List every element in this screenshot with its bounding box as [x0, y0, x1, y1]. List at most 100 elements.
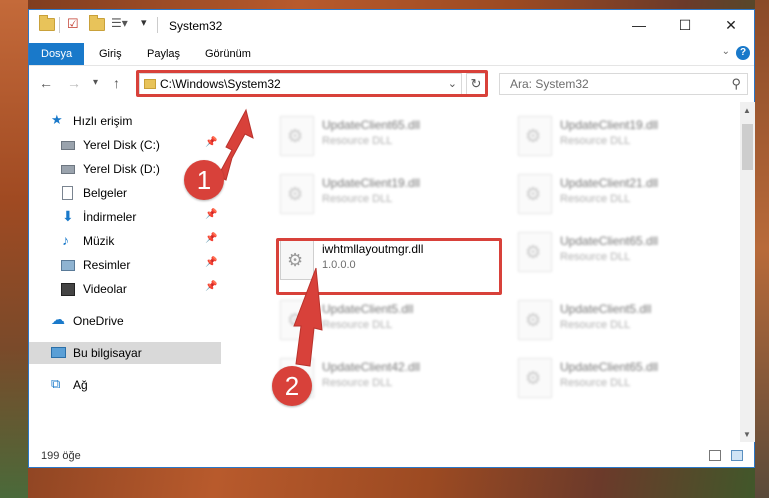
- list-item[interactable]: UpdateClient21.dll Resource DLL: [514, 166, 739, 216]
- documents-icon: [62, 186, 73, 200]
- nav-item-videos[interactable]: Videolar 📌: [29, 278, 221, 300]
- nav-item-this-pc[interactable]: Bu bilgisayar: [29, 342, 221, 364]
- nav-item-label: Yerel Disk (C:): [83, 138, 160, 152]
- forward-arrow-icon[interactable]: →: [67, 75, 81, 91]
- dll-file-icon: [518, 232, 552, 272]
- address-highlight-box: [136, 70, 488, 97]
- scroll-up-icon[interactable]: ▲: [743, 106, 751, 115]
- nav-item-disk-c[interactable]: Yerel Disk (C:) 📌: [29, 134, 221, 156]
- dll-file-icon: [280, 300, 314, 340]
- customize-toolbar-icon[interactable]: ☰▾: [111, 16, 128, 30]
- list-item[interactable]: UpdateClient65.dll Resource DLL: [276, 108, 501, 158]
- dll-file-icon: [280, 174, 314, 214]
- network-icon: ⧉: [51, 376, 61, 391]
- pin-icon[interactable]: 📌: [205, 137, 217, 148]
- list-item[interactable]: UpdateClient65.dll Resource DLL: [514, 350, 739, 400]
- dll-file-icon: [518, 300, 552, 340]
- callout-badge-2: 2: [272, 366, 312, 406]
- tab-view[interactable]: Görünüm: [195, 43, 261, 65]
- computer-icon: [51, 347, 66, 358]
- desktop-background-left: [0, 0, 28, 498]
- quick-access-dropdown-icon[interactable]: ▾: [141, 16, 147, 29]
- drive-icon: [61, 165, 75, 174]
- list-item[interactable]: UpdateClient65.dll Resource DLL: [514, 224, 739, 274]
- file-name: UpdateClient19.dll: [322, 176, 421, 190]
- scrollbar-thumb[interactable]: [742, 124, 753, 170]
- dll-file-icon: [518, 116, 552, 156]
- file-description: Resource DLL: [322, 193, 393, 205]
- up-arrow-icon[interactable]: ↑: [113, 75, 120, 91]
- divider: [59, 17, 60, 33]
- nav-item-network[interactable]: ⧉ Ağ: [29, 374, 221, 396]
- pin-icon[interactable]: 📌: [205, 209, 217, 220]
- star-icon: ★: [51, 112, 63, 127]
- nav-item-onedrive[interactable]: ☁ OneDrive: [29, 310, 221, 332]
- file-description: Resource DLL: [322, 135, 393, 147]
- minimize-button[interactable]: —: [616, 10, 662, 40]
- file-description: Resource DLL: [322, 319, 393, 331]
- tab-share[interactable]: Paylaş: [137, 43, 190, 65]
- item-count: 199 öğe: [41, 450, 81, 462]
- divider: [157, 17, 158, 33]
- search-icon: ⚲: [731, 76, 741, 91]
- status-bar: 199 öğe: [29, 444, 754, 468]
- file-explorer-window: ☑ ☰▾ ▾ System32 — ☐ ✕ Dosya Giriş Paylaş…: [28, 9, 755, 468]
- file-name: UpdateClient19.dll: [560, 118, 659, 132]
- large-icons-view-icon[interactable]: [731, 450, 743, 461]
- window-title: System32: [169, 19, 223, 33]
- cloud-icon: ☁: [51, 311, 65, 327]
- dll-file-icon: [518, 174, 552, 214]
- nav-item-pictures[interactable]: Resimler 📌: [29, 254, 221, 276]
- search-placeholder: Ara: System32: [510, 77, 589, 91]
- file-description: Resource DLL: [322, 377, 393, 389]
- list-item[interactable]: UpdateClient5.dll Resource DLL: [514, 292, 739, 342]
- help-icon[interactable]: ?: [736, 46, 750, 60]
- nav-item-label: OneDrive: [73, 314, 124, 328]
- music-icon: ♪: [62, 232, 69, 248]
- file-name: UpdateClient65.dll: [560, 360, 659, 374]
- file-name: UpdateClient65.dll: [560, 234, 659, 248]
- pin-icon[interactable]: 📌: [205, 257, 217, 268]
- nav-item-downloads[interactable]: ⬇ İndirmeler 📌: [29, 206, 221, 228]
- search-input[interactable]: Ara: System32 ⚲: [499, 73, 748, 95]
- nav-item-label: Hızlı erişim: [73, 114, 133, 128]
- nav-item-label: Resimler: [83, 258, 131, 272]
- scroll-down-icon[interactable]: ▼: [743, 430, 751, 439]
- callout-badge-1: 1: [184, 160, 224, 200]
- back-arrow-icon[interactable]: ←: [39, 75, 53, 91]
- pin-icon[interactable]: 📌: [205, 281, 217, 292]
- file-name: UpdateClient65.dll: [322, 118, 421, 132]
- dll-file-icon: [518, 358, 552, 398]
- vertical-scrollbar[interactable]: ▲ ▼: [740, 102, 755, 442]
- tab-file[interactable]: Dosya: [29, 43, 85, 65]
- list-item[interactable]: UpdateClient19.dll Resource DLL: [276, 166, 501, 216]
- download-icon: ⬇: [62, 208, 74, 224]
- dll-file-icon: [280, 116, 314, 156]
- list-item[interactable]: UpdateClient5.dll Resource DLL: [276, 292, 501, 342]
- new-folder-icon[interactable]: [89, 15, 105, 31]
- details-view-icon[interactable]: [709, 450, 721, 461]
- tab-home[interactable]: Giriş: [89, 43, 132, 65]
- maximize-button[interactable]: ☐: [662, 10, 708, 40]
- nav-item-label: İndirmeler: [83, 210, 137, 224]
- nav-item-label: Ağ: [73, 378, 88, 392]
- file-description: Resource DLL: [560, 135, 631, 147]
- list-item[interactable]: UpdateClient19.dll Resource DLL: [514, 108, 739, 158]
- pin-icon[interactable]: 📌: [205, 233, 217, 244]
- ribbon-expand-icon[interactable]: ⌄: [722, 46, 730, 57]
- file-description: Resource DLL: [560, 319, 631, 331]
- pictures-icon: [61, 260, 75, 271]
- video-icon: [61, 283, 75, 296]
- properties-icon[interactable]: ☑: [67, 16, 79, 32]
- drive-icon: [61, 141, 75, 150]
- file-name: UpdateClient5.dll: [322, 302, 414, 316]
- nav-item-label: Videolar: [83, 282, 127, 296]
- nav-item-music[interactable]: ♪ Müzik 📌: [29, 230, 221, 252]
- close-button[interactable]: ✕: [708, 10, 754, 40]
- recent-locations-icon[interactable]: ▾: [93, 77, 98, 88]
- nav-item-label: Yerel Disk (D:): [83, 162, 160, 176]
- ribbon-tabs: Dosya Giriş Paylaş Görünüm ⌄ ?: [29, 43, 754, 66]
- nav-item-quick-access[interactable]: ★ Hızlı erişim: [29, 110, 221, 132]
- file-highlight-box: [276, 238, 502, 295]
- file-description: Resource DLL: [560, 193, 631, 205]
